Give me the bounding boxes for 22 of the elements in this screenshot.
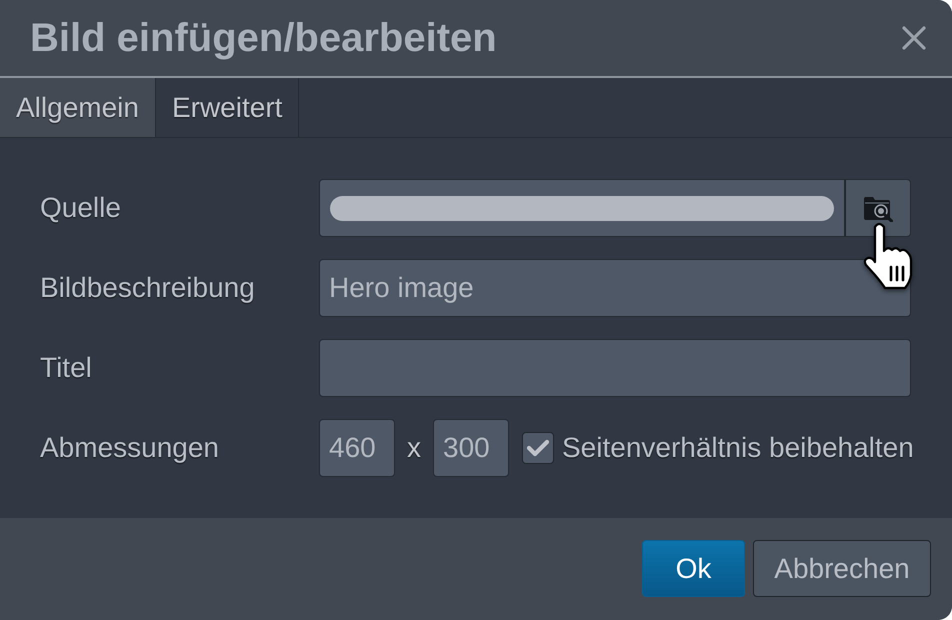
width-field[interactable]: 460 xyxy=(319,419,395,477)
cancel-button[interactable]: Abbrechen xyxy=(753,540,931,597)
field-label: Bildbeschreibung xyxy=(40,271,256,305)
dialog-title: Bild einfügen/bearbeiten xyxy=(30,15,497,62)
tab[interactable]: Allgemein xyxy=(0,78,156,137)
field-label: Abmessungen xyxy=(40,431,220,465)
checkmark-icon xyxy=(527,439,549,457)
ok-button[interactable]: Ok xyxy=(642,540,745,597)
checkbox-label: Seitenverhältnis beibehalten xyxy=(562,431,914,465)
text-field[interactable]: Hero image xyxy=(319,259,911,317)
field-label: Titel xyxy=(40,351,93,385)
folder-search-icon xyxy=(863,194,893,222)
text-field[interactable] xyxy=(319,339,911,397)
checkbox[interactable] xyxy=(522,432,554,464)
source-field[interactable] xyxy=(319,179,845,237)
close-icon xyxy=(902,26,926,50)
close-button[interactable] xyxy=(902,26,926,50)
tab[interactable]: Erweitert xyxy=(156,78,300,137)
browse-button[interactable] xyxy=(845,179,911,237)
height-field[interactable]: 300 xyxy=(433,419,509,477)
field-label: Quelle xyxy=(40,191,122,225)
separator-text: x xyxy=(407,431,421,465)
